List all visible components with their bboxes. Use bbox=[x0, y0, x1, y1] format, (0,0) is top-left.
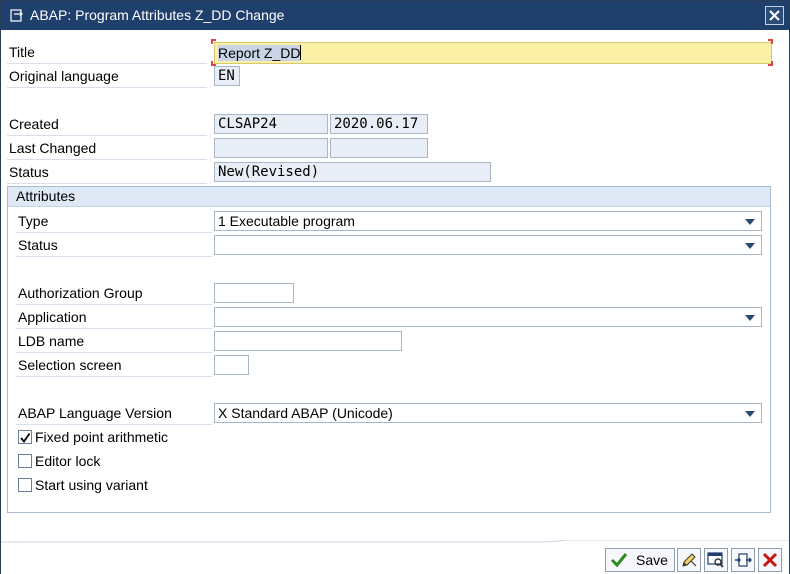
created-by-field: CLSAP24 bbox=[214, 114, 328, 134]
transfer-icon bbox=[735, 553, 752, 567]
chevron-down-icon[interactable] bbox=[745, 243, 755, 249]
chevron-down-icon[interactable] bbox=[745, 315, 755, 321]
edit-window-icon bbox=[10, 9, 23, 22]
abap-language-version-value: X Standard ABAP (Unicode) bbox=[218, 405, 393, 421]
authorization-group-label: Authorization Group bbox=[18, 285, 143, 301]
editor-lock-label[interactable]: Editor lock bbox=[35, 453, 100, 469]
last-changed-date-field bbox=[330, 138, 428, 158]
transfer-button[interactable] bbox=[731, 548, 755, 572]
created-label: Created bbox=[9, 116, 59, 132]
editor-lock-checkbox[interactable] bbox=[18, 454, 32, 468]
application-dropdown[interactable] bbox=[214, 307, 762, 327]
footer-toolbar: Save bbox=[1, 540, 789, 574]
status-label: Status bbox=[9, 164, 49, 180]
chevron-down-icon[interactable] bbox=[745, 219, 755, 225]
label-underline bbox=[16, 328, 212, 329]
label-underline bbox=[16, 376, 212, 377]
close-button[interactable] bbox=[765, 6, 784, 25]
chevron-down-icon[interactable] bbox=[745, 411, 755, 417]
type-label: Type bbox=[18, 213, 49, 229]
attr-status-label: Status bbox=[18, 237, 58, 253]
checkmark-icon bbox=[20, 432, 31, 443]
focus-corner bbox=[211, 39, 216, 44]
focus-corner bbox=[768, 61, 773, 66]
label-underline bbox=[7, 183, 207, 184]
save-check-icon bbox=[610, 553, 628, 568]
edit-pencil-icon bbox=[682, 553, 697, 567]
label-underline bbox=[16, 424, 212, 425]
abap-language-version-label: ABAP Language Version bbox=[18, 405, 172, 421]
start-using-variant-checkbox[interactable] bbox=[18, 478, 32, 492]
display-object-icon bbox=[707, 552, 724, 568]
type-dropdown[interactable]: 1 Executable program bbox=[214, 211, 762, 231]
label-underline bbox=[16, 304, 212, 305]
abap-language-version-dropdown[interactable]: X Standard ABAP (Unicode) bbox=[214, 403, 762, 423]
display-object-button[interactable] bbox=[704, 548, 728, 572]
title-input-value: Report Z_DD bbox=[218, 45, 301, 61]
label-underline bbox=[7, 63, 207, 64]
ldb-name-label: LDB name bbox=[18, 333, 85, 349]
label-underline bbox=[16, 232, 212, 233]
fixed-point-arithmetic-label[interactable]: Fixed point arithmetic bbox=[35, 429, 168, 445]
title-label: Title bbox=[9, 44, 35, 60]
ldb-name-input[interactable] bbox=[214, 331, 402, 351]
focus-corner bbox=[768, 39, 773, 44]
type-dropdown-value: 1 Executable program bbox=[218, 213, 355, 229]
created-date-field: 2020.06.17 bbox=[330, 114, 428, 134]
start-using-variant-label[interactable]: Start using variant bbox=[35, 477, 148, 493]
label-underline bbox=[7, 87, 207, 88]
last-changed-label: Last Changed bbox=[9, 140, 97, 156]
dialog-window: ABAP: Program Attributes Z_DD Change Tit… bbox=[0, 0, 790, 574]
edit-button[interactable] bbox=[677, 548, 701, 572]
cancel-button[interactable] bbox=[758, 548, 782, 572]
status-dropdown[interactable] bbox=[214, 235, 762, 255]
original-language-field: EN bbox=[214, 66, 240, 86]
label-underline bbox=[16, 352, 212, 353]
selection-screen-input[interactable] bbox=[214, 355, 249, 375]
window-title: ABAP: Program Attributes Z_DD Change bbox=[30, 7, 285, 23]
label-underline bbox=[7, 159, 207, 160]
dialog-content: Title Report Z_DD Original language EN C… bbox=[1, 30, 789, 574]
selection-screen-label: Selection screen bbox=[18, 357, 122, 373]
label-underline bbox=[16, 256, 212, 257]
text-caret bbox=[300, 45, 302, 60]
last-changed-by-field bbox=[214, 138, 328, 158]
attributes-heading: Attributes bbox=[8, 187, 770, 207]
attributes-group: Attributes Type 1 Executable program Sta… bbox=[7, 186, 771, 513]
application-label: Application bbox=[18, 309, 87, 325]
save-button[interactable]: Save bbox=[605, 548, 675, 572]
label-underline bbox=[7, 135, 207, 136]
title-input[interactable]: Report Z_DD bbox=[214, 42, 772, 64]
status-field: New(Revised) bbox=[214, 162, 491, 182]
save-button-label: Save bbox=[636, 552, 668, 568]
fixed-point-arithmetic-checkbox[interactable] bbox=[18, 430, 32, 444]
original-language-label: Original language bbox=[9, 68, 119, 84]
cancel-x-icon bbox=[762, 552, 778, 568]
title-bar[interactable]: ABAP: Program Attributes Z_DD Change bbox=[1, 1, 789, 30]
close-icon bbox=[769, 10, 780, 21]
authorization-group-input[interactable] bbox=[214, 283, 294, 303]
